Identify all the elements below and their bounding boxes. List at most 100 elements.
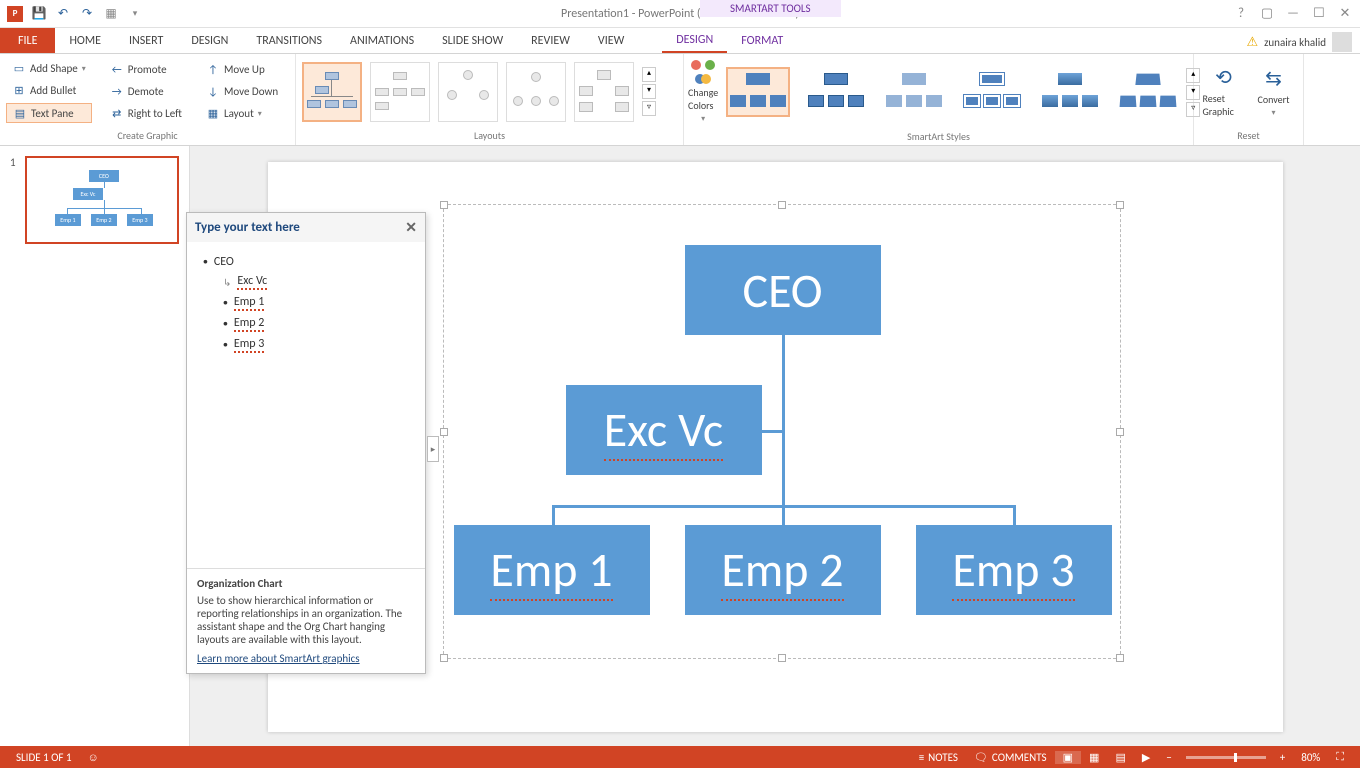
save-icon[interactable]: 💾 bbox=[28, 3, 50, 25]
undo-icon[interactable]: ↶ bbox=[52, 3, 74, 25]
style-option-3[interactable] bbox=[884, 69, 944, 115]
tab-review[interactable]: REVIEW bbox=[517, 28, 584, 53]
tab-insert[interactable]: INSERT bbox=[115, 28, 177, 53]
zoom-in-icon[interactable]: + bbox=[1272, 751, 1293, 764]
tab-transitions[interactable]: TRANSITIONS bbox=[242, 28, 336, 53]
zoom-out-icon[interactable]: − bbox=[1158, 751, 1179, 764]
text-pane-button[interactable]: ▤Text Pane bbox=[6, 103, 92, 123]
demote-button[interactable]: →Demote bbox=[104, 82, 188, 100]
comments-button[interactable]: 🗨 COMMENTS bbox=[966, 751, 1055, 764]
reset-graphic-button[interactable]: ⟲Reset Graphic bbox=[1199, 54, 1249, 129]
add-shape-icon: ▭ bbox=[12, 62, 26, 76]
slide-thumbnail-1[interactable]: 1 CEO Exc Vc Emp 1 Emp 2 Emp 3 bbox=[10, 156, 179, 244]
status-spell-icon[interactable]: ☺ bbox=[80, 751, 107, 764]
text-pane-title: Type your text here bbox=[195, 220, 300, 235]
style-option-5[interactable] bbox=[1040, 69, 1100, 115]
zoom-level[interactable]: 80% bbox=[1293, 751, 1328, 764]
style-option-1[interactable] bbox=[728, 69, 788, 115]
tp-footer-title: Organization Chart bbox=[197, 577, 415, 590]
user-area[interactable]: ⚠ zunaira khalid bbox=[1246, 32, 1352, 52]
view-slideshow-icon[interactable]: ▶ bbox=[1134, 751, 1158, 764]
tab-animations[interactable]: ANIMATIONS bbox=[336, 28, 428, 53]
layout-option-3[interactable] bbox=[438, 62, 498, 122]
style-option-6[interactable] bbox=[1118, 69, 1178, 115]
tab-view[interactable]: VIEW bbox=[584, 28, 638, 53]
text-pane-toggle[interactable]: ▸ bbox=[427, 436, 439, 462]
notes-button[interactable]: ≡ NOTES bbox=[911, 751, 966, 764]
status-bar: SLIDE 1 OF 1 ☺ ≡ NOTES 🗨 COMMENTS ▣ ▦ ▤ … bbox=[0, 746, 1360, 768]
tp-item-emp3[interactable]: ●Emp 3 bbox=[197, 337, 415, 353]
gallery-down-icon[interactable]: ▾ bbox=[642, 84, 656, 99]
change-colors-button[interactable]: Change Colors▾ bbox=[684, 54, 722, 130]
fit-window-icon[interactable]: ⛶ bbox=[1328, 750, 1352, 764]
close-icon[interactable]: ✕ bbox=[1336, 4, 1354, 22]
tab-file[interactable]: FILE bbox=[0, 28, 55, 53]
ribbon-display-icon[interactable]: ▢ bbox=[1258, 4, 1276, 22]
gallery-more-icon[interactable]: ▿ bbox=[642, 101, 656, 116]
group-label-layouts: Layouts bbox=[296, 129, 683, 145]
view-sorter-icon[interactable]: ▦ bbox=[1081, 751, 1107, 764]
tab-smartart-format[interactable]: FORMAT bbox=[727, 28, 797, 53]
contextual-tab-label: SMARTART TOOLS bbox=[700, 0, 841, 17]
demote-icon: → bbox=[110, 84, 124, 98]
reset-icon: ⟲ bbox=[1215, 65, 1232, 90]
gallery-up-icon[interactable]: ▴ bbox=[642, 67, 656, 82]
tp-item-emp1[interactable]: ●Emp 1 bbox=[197, 295, 415, 311]
move-down-button[interactable]: ↓Move Down bbox=[200, 82, 284, 100]
text-pane-close-icon[interactable]: ✕ bbox=[405, 219, 417, 236]
style-option-4[interactable] bbox=[962, 69, 1022, 115]
tp-item-exc[interactable]: ↳Exc Vc bbox=[197, 274, 415, 290]
style-option-2[interactable] bbox=[806, 69, 866, 115]
text-pane[interactable]: Type your text here ✕ ●CEO ↳Exc Vc ●Emp … bbox=[186, 212, 426, 674]
tab-slideshow[interactable]: SLIDE SHOW bbox=[428, 28, 517, 53]
sa-node-emp2[interactable]: Emp 2 bbox=[685, 525, 881, 615]
promote-button[interactable]: ←Promote bbox=[104, 60, 188, 78]
down-icon: ↓ bbox=[206, 84, 220, 98]
up-icon: ↑ bbox=[206, 62, 220, 76]
add-bullet-icon: ⊞ bbox=[12, 83, 26, 97]
sa-node-emp3[interactable]: Emp 3 bbox=[916, 525, 1112, 615]
color-circles-icon bbox=[691, 60, 715, 84]
app-icon[interactable]: P bbox=[4, 3, 26, 25]
smartart-frame[interactable]: CEO Exc Vc Emp 1 Emp 2 Emp 3 bbox=[443, 204, 1121, 659]
tp-item-emp2[interactable]: ●Emp 2 bbox=[197, 316, 415, 332]
sa-node-exc[interactable]: Exc Vc bbox=[566, 385, 762, 475]
tp-item-ceo[interactable]: ●CEO bbox=[197, 255, 415, 269]
convert-button[interactable]: ⇆Convert▾ bbox=[1249, 54, 1299, 129]
text-pane-icon: ▤ bbox=[13, 106, 27, 120]
rtl-icon: ⇄ bbox=[110, 107, 124, 121]
add-shape-button[interactable]: ▭Add Shape ▾ bbox=[6, 60, 92, 78]
start-show-icon[interactable]: ▦ bbox=[100, 3, 122, 25]
tp-learn-more-link[interactable]: Learn more about SmartArt graphics bbox=[197, 652, 360, 665]
maximize-icon[interactable]: ☐ bbox=[1310, 4, 1328, 22]
layout-button[interactable]: ▦Layout ▾ bbox=[200, 105, 284, 123]
view-reading-icon[interactable]: ▤ bbox=[1107, 751, 1133, 764]
slide-thumbnails-panel[interactable]: 1 CEO Exc Vc Emp 1 Emp 2 Emp 3 bbox=[0, 146, 190, 746]
qat-more-icon[interactable]: ▾ bbox=[124, 3, 146, 25]
sa-node-emp1[interactable]: Emp 1 bbox=[454, 525, 650, 615]
layout-option-2[interactable] bbox=[370, 62, 430, 122]
rtl-button[interactable]: ⇄Right to Left bbox=[104, 105, 188, 123]
tab-smartart-design[interactable]: DESIGN bbox=[662, 28, 727, 53]
zoom-slider[interactable] bbox=[1186, 756, 1266, 759]
move-up-button[interactable]: ↑Move Up bbox=[200, 60, 284, 78]
layout-option-4[interactable] bbox=[506, 62, 566, 122]
tab-design[interactable]: DESIGN bbox=[177, 28, 242, 53]
layout-option-1[interactable] bbox=[302, 62, 362, 122]
group-label-reset: Reset bbox=[1194, 129, 1303, 145]
title-bar: P 💾 ↶ ↷ ▦ ▾ Presentation1 - PowerPoint (… bbox=[0, 0, 1360, 28]
thumb-preview: CEO Exc Vc Emp 1 Emp 2 Emp 3 bbox=[25, 156, 179, 244]
ribbon: ▭Add Shape ▾ ⊞Add Bullet ▤Text Pane ←Pro… bbox=[0, 54, 1360, 146]
redo-icon[interactable]: ↷ bbox=[76, 3, 98, 25]
help-icon[interactable]: ? bbox=[1232, 4, 1250, 22]
minimize-icon[interactable]: — bbox=[1284, 4, 1302, 22]
text-pane-body[interactable]: ●CEO ↳Exc Vc ●Emp 1 ●Emp 2 ●Emp 3 bbox=[187, 242, 425, 568]
add-bullet-button[interactable]: ⊞Add Bullet bbox=[6, 81, 92, 99]
view-normal-icon[interactable]: ▣ bbox=[1055, 751, 1081, 764]
tab-home[interactable]: HOME bbox=[55, 28, 115, 53]
status-slide-indicator[interactable]: SLIDE 1 OF 1 bbox=[8, 751, 80, 764]
avatar bbox=[1332, 32, 1352, 52]
ribbon-tabs: FILE HOME INSERT DESIGN TRANSITIONS ANIM… bbox=[0, 28, 1360, 54]
layout-option-5[interactable] bbox=[574, 62, 634, 122]
sa-node-ceo[interactable]: CEO bbox=[685, 245, 881, 335]
